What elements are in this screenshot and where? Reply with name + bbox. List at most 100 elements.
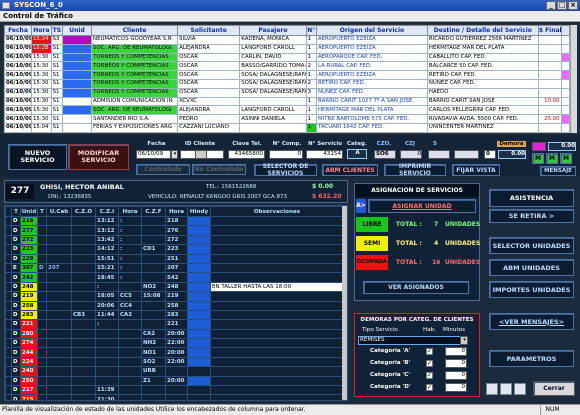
unit-row[interactable]: D 240 URB [5, 366, 344, 377]
service-row[interactable]: 06/10/09 15:30 S1 ADMISION COMUNICACION IN X… [4, 96, 571, 107]
unit-row[interactable]: D 277 13:12: 276 [5, 225, 344, 236]
grid-scrollbar[interactable] [570, 25, 577, 133]
col-header[interactable] [560, 25, 571, 36]
ver-mensajes-button[interactable]: <VER MENSAJES> [489, 313, 574, 330]
selector-unidades-button[interactable]: SELECTOR UNIDADES [489, 237, 574, 254]
col-header[interactable]: Destino / Detalle del Servicio [426, 25, 539, 36]
modificar-servicio-button[interactable]: MODIFICAR SERVICIO [68, 144, 129, 170]
asignar-unidad-button[interactable]: ASIGNAR UNIDAD [368, 199, 476, 213]
unit-row[interactable]: D 215 21:30 [5, 394, 344, 400]
col-header[interactable]: $ Final [537, 25, 562, 36]
unit-row[interactable]: D 221:221 [5, 319, 344, 330]
service-row[interactable]: 06/10/09 15:30 S1 TORNEOS Y COMPETENCIAS OSC… [4, 70, 571, 80]
unit-row[interactable]: D 229 15:51: 251 [5, 253, 344, 264]
unit-row[interactable]: D 223 14:12: CD1 223 [5, 244, 344, 255]
services-grid[interactable]: Fecha Hora TS Unid Cliente Solicitante Pasajer… [3, 24, 577, 134]
categoria-minutes[interactable]: 0 [445, 371, 467, 380]
ver-asignados-button[interactable]: VER ASIGNADOS [363, 281, 469, 294]
unit-row[interactable]: D 272 13:42:272 [5, 234, 344, 246]
categoria-minutes[interactable]: 0 [445, 347, 467, 356]
categoria-checkbox[interactable]: ✓ [426, 372, 433, 379]
abm-unidades-button[interactable]: ABM UNIDADES [489, 259, 574, 276]
parametros-button[interactable]: PARAMETROS [489, 350, 574, 367]
fijar-vista-button[interactable]: FIJAR VISTA [452, 164, 500, 176]
select-chevron-icon[interactable]: ▾ [460, 336, 468, 345]
unit-row[interactable]: D 248: NO2 248 EN TALLER HASTA LAS 18:00 [5, 281, 344, 293]
col-header[interactable]: Pasajero [239, 25, 307, 36]
col-header[interactable]: Fecha [4, 25, 32, 36]
maximize-button[interactable]: □ [557, 1, 567, 10]
categoria-checkbox[interactable]: ✓ [426, 384, 433, 391]
unit-row[interactable]: D 283 CB3 11:44 CA2 283 [5, 309, 344, 321]
comp-field[interactable]: 0 [269, 150, 303, 159]
unit-row[interactable]: D 219 18:05 CC5 15:08 219 [5, 291, 344, 302]
czj-field[interactable]: 0 [400, 150, 422, 159]
id-cliente-lookup-button[interactable] [195, 150, 207, 159]
unit-row[interactable]: D 242 18:45: 542 [5, 272, 344, 283]
col-header[interactable]: Cliente [91, 25, 179, 36]
close-button[interactable]: × [568, 1, 578, 10]
col-header[interactable]: Unid [62, 25, 93, 36]
service-row[interactable]: 06/10/09 15:30 S1 SANTANDER RIO S.A. PEDRO AS… [4, 114, 571, 124]
m-button-1[interactable]: M [532, 153, 544, 164]
col-header[interactable]: Hora [30, 25, 52, 36]
unit-row[interactable]: D 258 20:06 CC4 258 [5, 300, 344, 311]
service-row[interactable]: 06/10/09 15:30 S1 SOC. ARG. DE REUMATOLOGI A… [4, 105, 571, 116]
unit-row[interactable]: D 217 11:39 [5, 385, 344, 396]
unit-col-header[interactable]: C.Z.F [141, 206, 166, 217]
controlado-button[interactable]: Controlado [136, 164, 190, 175]
unit-col-header[interactable]: Hora [118, 206, 142, 217]
unit-row[interactable]: D 224 SO2 22:00 [5, 356, 344, 368]
calendar-icon[interactable] [500, 383, 512, 395]
categoria-minutes[interactable]: 0 [445, 383, 467, 392]
cerrar-button[interactable]: Cerrar [533, 381, 575, 396]
blank-field[interactable] [454, 150, 479, 159]
categoria-checkbox[interactable]: ✓ [426, 348, 433, 355]
grid-view-icon[interactable] [486, 383, 498, 395]
fecha-dropdown-icon[interactable]: ▾ [171, 150, 178, 159]
unit-row[interactable]: D 274 NH2 22:00 [5, 338, 344, 349]
service-row[interactable]: 06/10/09 15:30 S1 TORNEOS Y COMPETENCIAS OSC… [4, 61, 571, 72]
clave-field[interactable]: 43465800 [228, 150, 265, 159]
col-header[interactable]: Solicitante [177, 25, 241, 36]
units-grid-scrollbar[interactable] [342, 206, 347, 400]
unit-col-header[interactable]: Hindy [187, 206, 211, 217]
unit-col-header[interactable]: C.Z.O [71, 206, 96, 217]
unit-col-header[interactable]: Hora [165, 206, 188, 217]
czo-field[interactable]: SO6 [374, 150, 396, 159]
unit-row[interactable]: D 244 NO1 20:00 [5, 347, 344, 358]
units-grid[interactable]: T Unid T U.Cab C.Z.O C.Z.I Hora C.Z.F Hora Hindy O… [4, 205, 348, 401]
mensaje-button[interactable]: MENSAJE [540, 166, 576, 176]
se-retira-button[interactable]: SE RETIRA > [489, 209, 574, 223]
m-button-3[interactable]: M [560, 153, 572, 164]
unit-row[interactable]: D 250 Z1 20:00 [5, 375, 344, 387]
col-header[interactable]: Origen del Servicio [315, 25, 428, 36]
unit-col-header[interactable]: Unid [20, 206, 38, 217]
fecha-field[interactable]: 06/10/09 [136, 150, 171, 159]
asistencia-button[interactable]: ASISTENCIA [489, 189, 574, 207]
service-row[interactable]: 06/10/09 15:24 S3 NEUMATICOS GOODYEAR S.R SI… [4, 35, 571, 45]
abm-clientes-button[interactable]: ABM CLIENTES [322, 164, 378, 176]
exit-icon[interactable] [514, 383, 526, 395]
service-row[interactable]: 06/10/09 15:30 S1 TORNEOS Y COMPETENCIAS OSC… [4, 52, 571, 63]
m-button-2[interactable]: M [546, 153, 558, 164]
tipo-servicio-select[interactable]: REMISES [358, 336, 468, 345]
unit-col-header[interactable]: T [11, 206, 21, 217]
unit-row[interactable]: D 218 13:12:218 [5, 215, 344, 227]
s-field[interactable] [428, 150, 450, 159]
service-row[interactable]: 06/10/09 15:30 S1 TORNEOS Y COMPETENCIAS OSC… [4, 78, 571, 89]
demora-field[interactable]: 0 [484, 150, 496, 159]
imprimir-servicio-button[interactable]: IMPRIMIR SERVICIO [384, 163, 446, 177]
col-header[interactable]: TS [50, 25, 64, 36]
minimize-button[interactable]: _ [546, 1, 556, 10]
categ-field[interactable]: A [347, 149, 367, 159]
service-row[interactable]: 06/10/09 15:28 S1 SOC. ARG. DE REUMATOLOGI A… [4, 43, 571, 54]
unit-col-header[interactable]: T [37, 206, 47, 217]
importes-unidades-button[interactable]: IMPORTES UNIDADES [489, 281, 574, 298]
no-controlado-button[interactable]: No Controlado [192, 164, 246, 175]
unit-col-header[interactable]: C.Z.I [95, 206, 119, 217]
unit-col-header[interactable]: U.Cab [46, 206, 72, 217]
unit-row[interactable]: D 280 CA2 20:00 [5, 328, 344, 340]
col-header[interactable]: N° [305, 25, 317, 36]
nuevo-servicio-button[interactable]: NUEVO SERVICIO [8, 144, 67, 170]
